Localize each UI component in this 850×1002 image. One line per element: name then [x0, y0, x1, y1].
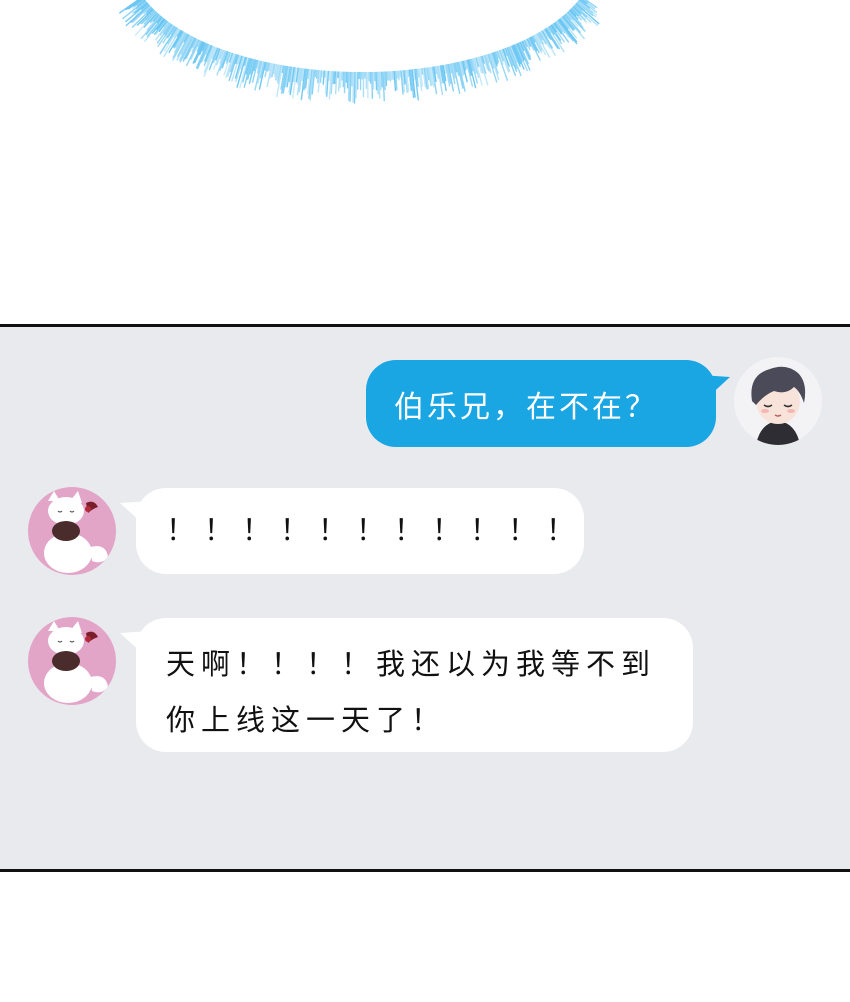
burst-spike	[389, 70, 392, 82]
burst-spike	[420, 67, 424, 75]
burst-spike	[352, 71, 355, 103]
burst-spike	[314, 69, 317, 78]
friend-message-line: 天啊！！！！我还以为我等不到	[166, 647, 657, 681]
burst-spike	[407, 69, 410, 77]
burst-spike	[339, 70, 342, 89]
burst-spike	[334, 70, 337, 85]
burst-spike	[397, 69, 400, 81]
burst-spike	[376, 71, 379, 95]
burst-spike	[378, 71, 381, 99]
burst-spike	[343, 71, 346, 94]
burst-spike	[371, 71, 374, 99]
self-message-bubble: 伯乐兄，在不在？	[366, 360, 716, 447]
burst-spike	[337, 70, 341, 92]
burst-spike	[375, 71, 378, 91]
burst-spike	[332, 70, 335, 85]
burst-spike	[398, 69, 401, 78]
self-message-text: 伯乐兄，在不在？	[394, 389, 658, 425]
burst-spike	[396, 70, 399, 79]
blue-burst-decoration	[119, 0, 600, 104]
boy-avatar-icon	[734, 357, 822, 445]
white-cat-avatar-icon	[28, 617, 116, 705]
burst-spike	[315, 69, 319, 79]
burst-spike	[416, 68, 420, 78]
burst-spike	[385, 70, 388, 87]
friend-message-line: 你上线这一天了！	[166, 703, 447, 737]
friend-avatar[interactable]	[28, 617, 116, 705]
burst-spike	[380, 70, 383, 88]
friend-message-text: ！！！！！！！！！！！	[166, 513, 585, 547]
burst-spike	[321, 69, 324, 78]
friend-message-bubble: 天啊！！！！我还以为我等不到 你上线这一天了！	[136, 618, 693, 752]
chat-panel: 伯乐兄，在不在？ ！！！！！！！！！！！ 天啊！！！！我还以为我等不到 你上线这…	[0, 324, 850, 872]
burst-spike	[379, 70, 382, 91]
burst-spike	[383, 70, 386, 91]
self-avatar[interactable]	[734, 357, 822, 445]
white-cat-avatar-icon	[28, 487, 116, 575]
burst-spike	[392, 70, 394, 81]
burst-spike	[347, 71, 351, 102]
burst-spike	[342, 70, 345, 88]
burst-spike	[328, 70, 331, 82]
friend-message-bubble: ！！！！！！！！！！！	[136, 488, 584, 574]
friend-avatar[interactable]	[28, 487, 116, 575]
burst-spike	[349, 71, 352, 103]
